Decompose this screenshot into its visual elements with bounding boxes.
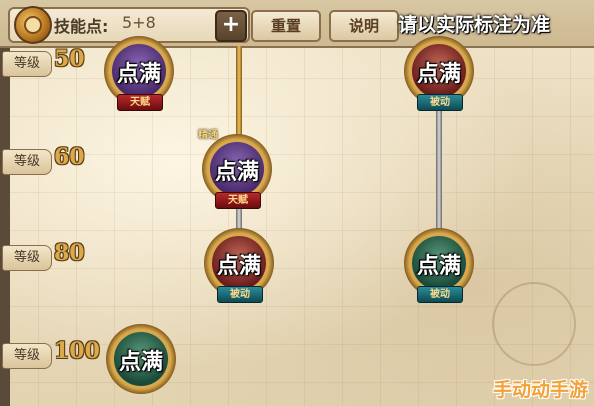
skill-status: 点满 (416, 62, 461, 87)
skill-status: 点满 (116, 62, 161, 87)
skill-type-tag: 天赋 (117, 94, 163, 111)
level-number: 60 (54, 144, 85, 170)
level-number: 50 (54, 46, 85, 72)
skill-status: 点满 (118, 350, 163, 375)
skill-type-tag: 天赋 (215, 192, 261, 209)
connector-gray (436, 100, 442, 232)
skill-type-tag: 被动 (417, 286, 463, 303)
top-bar: 技能点: 5+8 + 重置 说明 请以实际标注为准 (0, 0, 594, 48)
connector-gold (236, 46, 242, 138)
skill-node[interactable]: 点满 被动 (404, 228, 478, 303)
add-points-button[interactable]: + (215, 10, 247, 42)
skill-type-tag: 被动 (417, 94, 463, 111)
watermark-logo: 手动动手游 (492, 379, 588, 401)
mastery-badge: 精通 (198, 130, 218, 141)
skill-type-tag: 被动 (217, 286, 263, 303)
skill-points-label: 技能点: (54, 17, 109, 36)
compass-decoration (492, 282, 576, 366)
skill-node[interactable]: 精通 点满 天赋 (198, 130, 276, 209)
skill-node[interactable]: 点满 被动 (404, 36, 478, 111)
skill-node[interactable]: 点满 (106, 324, 180, 398)
skill-status: 点满 (416, 254, 461, 279)
skill-status: 点满 (214, 160, 259, 185)
skill-points-value: 5+8 (122, 13, 156, 32)
reset-button[interactable]: 重置 (251, 10, 321, 42)
level-label: 等级 (2, 343, 52, 369)
skill-node[interactable]: 点满 被动 (204, 228, 278, 303)
skill-node[interactable]: 点满 天赋 (104, 36, 178, 111)
overlay-note: 请以实际标注为准 (398, 14, 551, 36)
level-number: 100 (54, 338, 100, 364)
skill-status: 点满 (216, 254, 261, 279)
level-number: 80 (54, 240, 85, 266)
level-label: 等级 (2, 245, 52, 271)
help-button[interactable]: 说明 (329, 10, 399, 42)
level-label: 等级 (2, 149, 52, 175)
level-label: 等级 (2, 51, 52, 77)
skill-medal-icon (14, 6, 52, 44)
